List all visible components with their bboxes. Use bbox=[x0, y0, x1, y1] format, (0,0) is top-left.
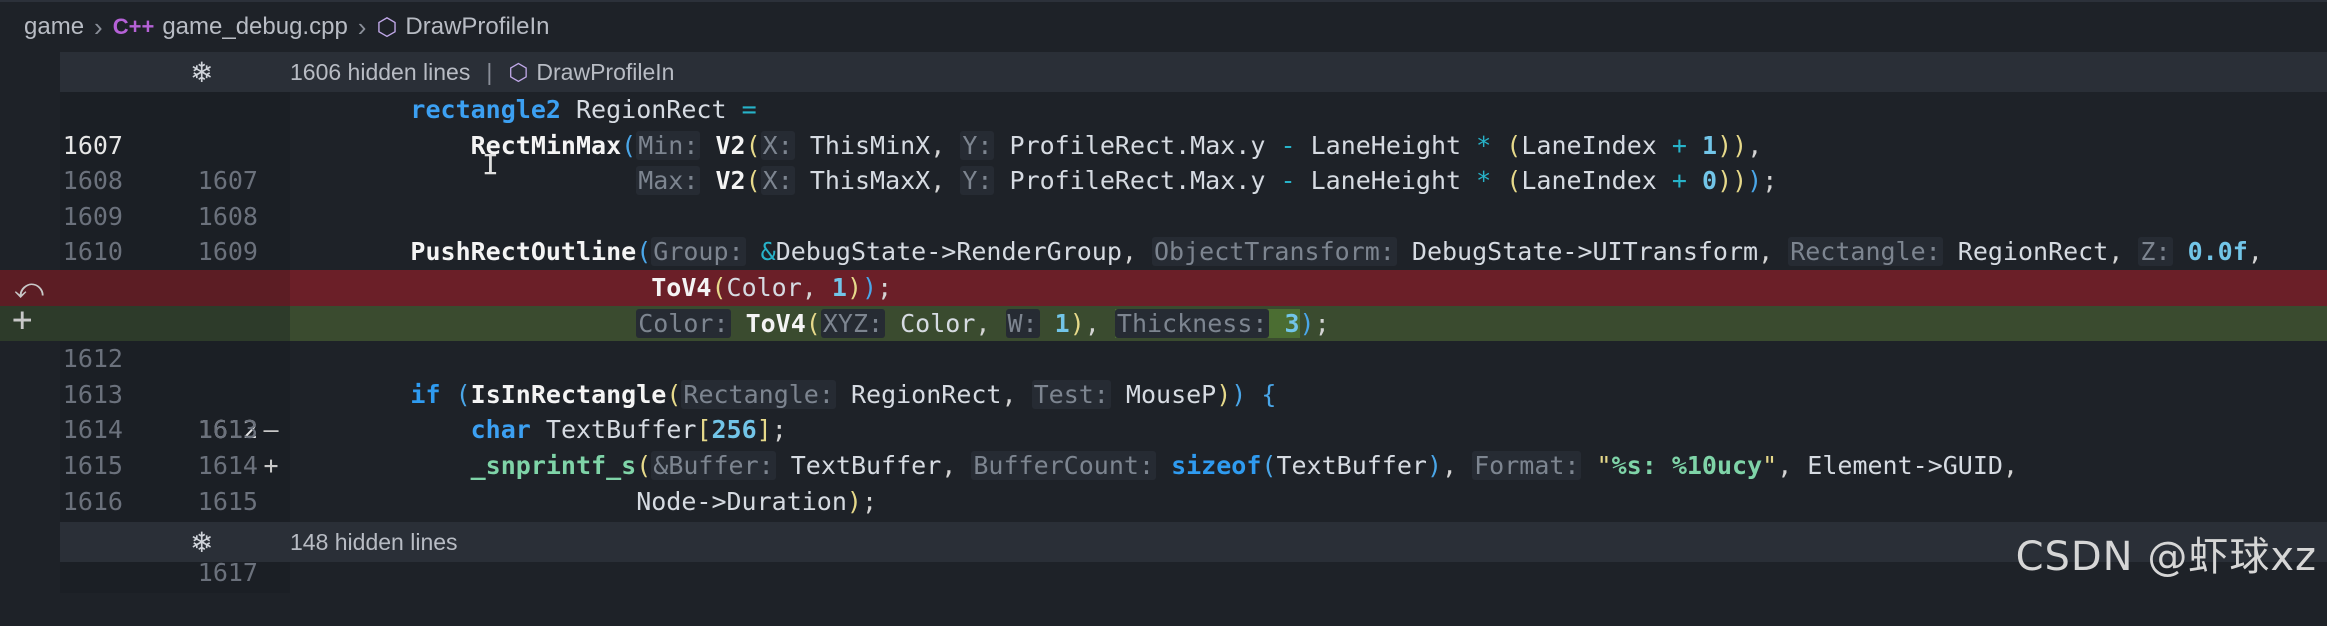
add-icon[interactable]: + bbox=[12, 300, 32, 340]
chevron-right-icon: › bbox=[94, 11, 103, 42]
breadcrumb: game › C++ game_debug.cpp › ⬡ DrawProfil… bbox=[0, 0, 2327, 52]
expand-icon[interactable]: ❄ bbox=[190, 526, 213, 559]
method-cube-icon: ⬡ bbox=[376, 13, 398, 41]
hidden-lines-symbol: DrawProfileIn bbox=[536, 58, 675, 85]
code-text: if (IsInRectangle(Rectangle: RegionRect,… bbox=[410, 379, 1277, 409]
deleted-code-line[interactable]: 1612 — ToV4(Color, 1)); bbox=[0, 270, 2327, 444]
code-text: char TextBuffer[256]; bbox=[470, 415, 787, 445]
code-line[interactable]: 1615 1615 char TextBuffer[256]; bbox=[0, 412, 2327, 515]
code-text: Color: ToV4(XYZ: Color, W: 1), Thickness… bbox=[636, 308, 1330, 338]
code-line[interactable]: 1610 1610 bbox=[0, 199, 2327, 302]
code-line[interactable]: 1611 1611 PushRectOutline(Group: &DebugS… bbox=[0, 234, 2327, 338]
cpp-file-icon: C++ bbox=[112, 14, 155, 39]
code-line[interactable]: 1617 1617 Node->Duration); bbox=[0, 484, 2327, 587]
code-text: Node->Duration); bbox=[636, 486, 878, 516]
text-cursor-icon: I bbox=[482, 148, 499, 181]
code-text: rectangle2 RegionRect = bbox=[410, 95, 757, 124]
code-line[interactable]: 1613 1613 bbox=[0, 341, 2327, 445]
breadcrumb-symbol[interactable]: DrawProfileIn bbox=[405, 13, 549, 41]
code-line[interactable]: 1609 1609 Max: V2(X: ThisMaxX, Y: Profil… bbox=[0, 163, 2327, 266]
chevron-right-icon: › bbox=[357, 11, 367, 42]
code-line[interactable]: 1614 1614 if (IsInRectangle(Rectangle: R… bbox=[0, 377, 2327, 480]
code-text: Max: V2(X: ThisMaxX, Y: ProfileRect.Max.… bbox=[636, 166, 1778, 196]
watermark: CSDN @虾球xz bbox=[2015, 534, 2317, 580]
method-cube-icon: ⬡ bbox=[508, 58, 529, 85]
code-text: PushRectOutline(Group: &DebugState->Rend… bbox=[410, 237, 2263, 267]
code-text: _snprintf_s(&Buffer: TextBuffer, BufferC… bbox=[470, 451, 2019, 480]
added-code-line[interactable]: 1612 + Color: ToV4(XYZ: Color, W: 1), Th… bbox=[0, 305, 2327, 480]
code-line[interactable]: 1616 1616 _snprintf_s(&Buffer: TextBuffe… bbox=[0, 448, 2327, 551]
hidden-lines-count: 1606 hidden lines bbox=[290, 58, 471, 85]
breadcrumb-folder[interactable]: game bbox=[24, 13, 84, 41]
expand-icon[interactable]: ❄ bbox=[190, 56, 213, 89]
hidden-lines-bar-top[interactable]: ❄ 1606 hidden lines | ⬡ DrawProfileIn bbox=[60, 52, 2327, 92]
code-line[interactable]: 1607 1607 rectangle2 RegionRect = bbox=[0, 92, 2327, 195]
code-line[interactable]: 1608 1608 RectMinMax(Min: V2(X: ThisMinX… bbox=[0, 128, 2327, 231]
code-text: ToV4(Color, 1)); bbox=[651, 273, 893, 302]
breadcrumb-file[interactable]: game_debug.cpp bbox=[162, 13, 347, 41]
hidden-lines-bar-bottom[interactable]: ❄ 148 hidden lines bbox=[60, 522, 2327, 562]
hidden-lines-count: 148 hidden lines bbox=[290, 528, 458, 555]
divider: | bbox=[486, 58, 493, 85]
code-text: RectMinMax(Min: V2(X: ThisMinX, Y: Profi… bbox=[470, 130, 1763, 160]
